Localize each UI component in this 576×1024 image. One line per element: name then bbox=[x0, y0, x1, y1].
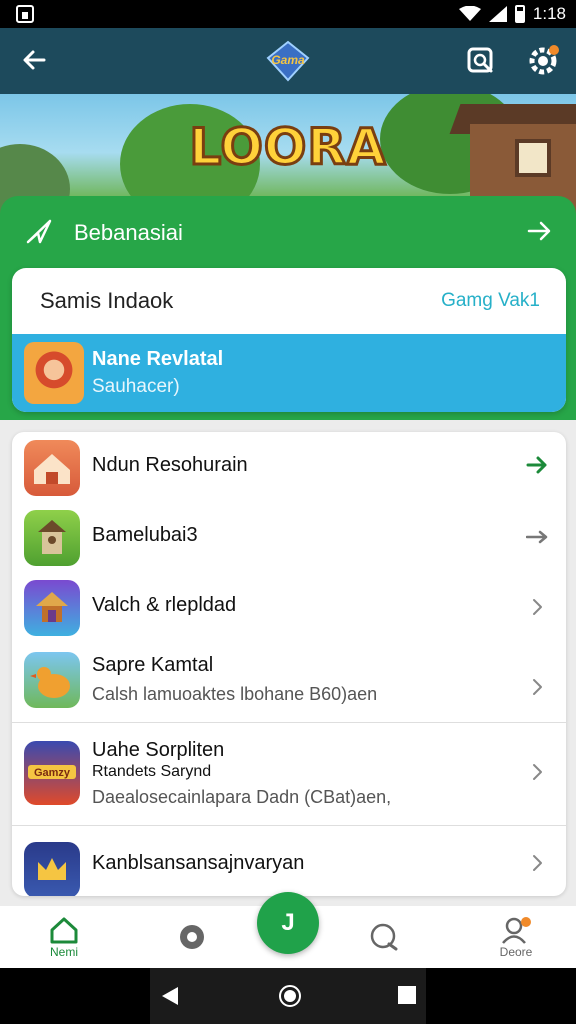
nav-record[interactable] bbox=[152, 906, 232, 968]
signal-icon bbox=[488, 6, 507, 22]
list-item[interactable]: Valch & rlepldad bbox=[12, 572, 566, 642]
list-item-subtitle: Daealosecainlapara Dadn (CBat)aen, bbox=[92, 787, 392, 807]
list-item[interactable]: Ndun Resohurain bbox=[12, 432, 566, 502]
list-item-title-secondary: Rtandets Sarynd bbox=[92, 763, 212, 780]
nav-profile[interactable]: Deore bbox=[476, 906, 556, 968]
nav-home-label: Nemi bbox=[49, 945, 78, 959]
logo-text: Gama bbox=[271, 53, 305, 67]
character-avatar bbox=[24, 342, 84, 404]
list-item-title: Kanblsansansajnvaryan bbox=[92, 852, 305, 874]
list-item[interactable]: Sapre Kamtal Calsh lamuoaktes lbohane B6… bbox=[12, 642, 566, 722]
chevron-right-icon bbox=[533, 679, 542, 695]
list-item[interactable]: Gamzy Uahe Sorpliten Rtandets Sarynd Dae… bbox=[12, 723, 566, 825]
tower-icon bbox=[24, 510, 80, 566]
list-item-title: Bamelubai3 bbox=[92, 524, 198, 546]
search-icon[interactable] bbox=[465, 45, 497, 77]
app-bar: Gama bbox=[0, 28, 576, 94]
settings-icon[interactable] bbox=[527, 43, 561, 77]
send-icon bbox=[26, 219, 52, 244]
gamzy-icon-text: Gamzy bbox=[33, 767, 71, 779]
app-logo: Gama bbox=[266, 40, 310, 82]
chat-icon bbox=[370, 923, 398, 951]
chevron-right-icon bbox=[533, 764, 542, 780]
system-back-icon[interactable] bbox=[160, 986, 180, 1006]
nav-chat[interactable] bbox=[344, 906, 424, 968]
highlight-subtitle: Sauhacer) bbox=[92, 376, 180, 397]
shrine-icon bbox=[24, 580, 80, 636]
chicken-icon bbox=[24, 652, 80, 708]
arrow-right-icon[interactable] bbox=[526, 218, 552, 244]
list-item-title: Sapre Kamtal bbox=[92, 654, 214, 676]
house-icon bbox=[24, 440, 80, 496]
arrow-right-icon bbox=[526, 530, 548, 544]
highlight-row[interactable]: Nane Revlatal Sauhacer) bbox=[12, 334, 566, 412]
system-recents-icon[interactable] bbox=[398, 986, 416, 1004]
battery-icon bbox=[514, 5, 525, 23]
system-navigation bbox=[0, 968, 576, 1024]
profile-icon bbox=[502, 917, 531, 944]
list-item-subtitle: Calsh lamuoaktes lbohane B60)aen bbox=[92, 684, 378, 704]
featured-panel: Samis Indaok Gamg Vak1 Nane Revlatal Sau… bbox=[12, 268, 566, 412]
game-list: Ndun Resohurain Bamelubai3 Valch & rlepl… bbox=[12, 432, 566, 896]
status-time: 1:18 bbox=[532, 4, 566, 23]
record-icon bbox=[180, 925, 204, 949]
list-item-title: Ndun Resohurain bbox=[92, 454, 248, 476]
wifi-icon bbox=[458, 6, 481, 21]
list-item[interactable]: Bamelubai3 bbox=[12, 502, 566, 572]
status-bar: 1:18 bbox=[0, 0, 576, 28]
panel-link[interactable]: Gamg Vak1 bbox=[441, 290, 540, 312]
hero-title: LOORA bbox=[188, 117, 387, 178]
gamzy-icon: Gamzy bbox=[24, 741, 80, 805]
list-item-title: Valch & rlepldad bbox=[92, 594, 237, 616]
nav-home[interactable]: Nemi bbox=[24, 906, 104, 968]
list-item[interactable]: Kanblsansansajnvaryan bbox=[12, 826, 566, 896]
featured-card-title: Bebanasiai bbox=[74, 220, 183, 245]
crown-icon bbox=[24, 842, 80, 896]
status-icons: 1:18 bbox=[458, 4, 566, 24]
notification-icon bbox=[16, 5, 34, 23]
arrow-right-icon bbox=[526, 456, 547, 474]
center-action-button[interactable]: J bbox=[257, 892, 319, 954]
chevron-right-icon bbox=[533, 855, 542, 871]
home-icon bbox=[50, 917, 78, 944]
panel-title: Samis Indaok bbox=[40, 288, 174, 313]
chevron-right-icon bbox=[533, 599, 542, 615]
system-home-icon[interactable] bbox=[278, 984, 302, 1008]
back-arrow-icon[interactable] bbox=[18, 44, 50, 76]
nav-profile-label: Deore bbox=[499, 945, 533, 959]
list-item-title: Uahe Sorpliten bbox=[92, 739, 225, 761]
highlight-title: Nane Revlatal bbox=[92, 348, 224, 370]
